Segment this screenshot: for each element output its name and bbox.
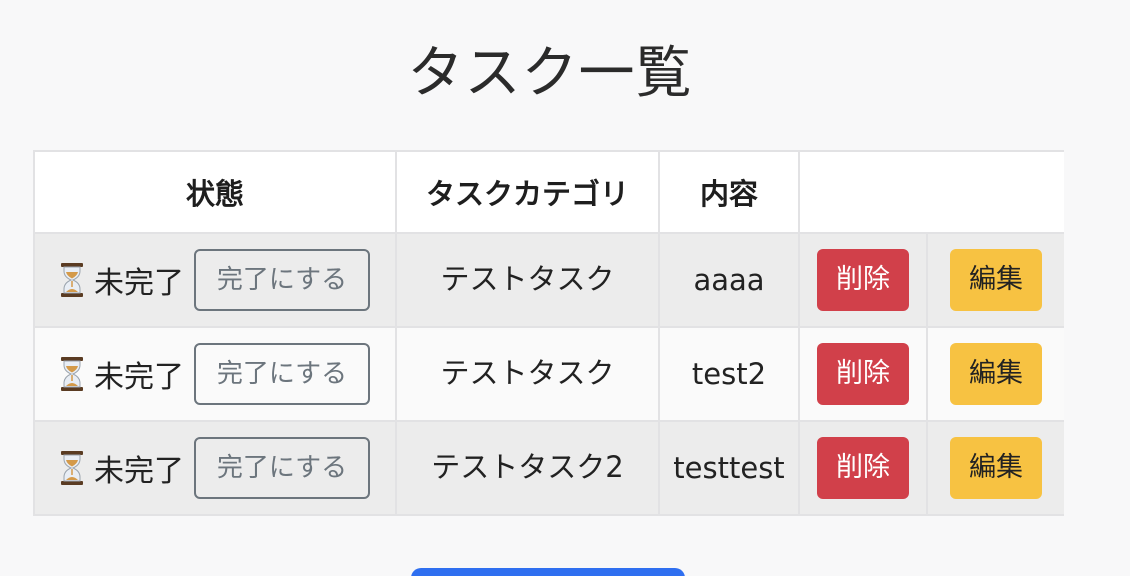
edit-cell: 編集 <box>926 420 1064 516</box>
category-cell: テストタスク2 <box>395 420 660 516</box>
edit-button[interactable]: 編集 <box>950 437 1042 499</box>
status-text: 未完了 <box>94 360 184 395</box>
mark-complete-button[interactable]: 完了にする <box>194 343 370 405</box>
delete-cell: 削除 <box>798 232 928 328</box>
delete-cell: 削除 <box>798 326 928 422</box>
content-text: testtest <box>673 451 785 485</box>
content-text: test2 <box>691 357 767 391</box>
status-text: 未完了 <box>94 266 184 301</box>
content-cell: testtest <box>658 420 800 516</box>
table-row: 未完了 完了にする テストタスク aaaa 削除 編集 <box>33 232 1064 328</box>
mark-complete-button[interactable]: 完了にする <box>194 437 370 499</box>
table-row: 未完了 完了にする テストタスク2 testtest 削除 編集 <box>33 420 1064 516</box>
delete-cell: 削除 <box>798 420 928 516</box>
header-content: 内容 <box>658 150 800 234</box>
table-header-row: 状態 タスクカテゴリ 内容 <box>33 150 1064 234</box>
delete-button[interactable]: 削除 <box>817 249 909 311</box>
page-title: タスク一覧 <box>407 41 693 106</box>
edit-button[interactable]: 編集 <box>950 343 1042 405</box>
content-cell: aaaa <box>658 232 800 328</box>
edit-cell: 編集 <box>926 326 1064 422</box>
hourglass-icon <box>60 357 84 391</box>
edit-button[interactable]: 編集 <box>950 249 1042 311</box>
mark-complete-button[interactable]: 完了にする <box>194 249 370 311</box>
category-text: テストタスク <box>440 262 615 296</box>
category-text: テストタスク <box>440 356 615 390</box>
table-row: 未完了 完了にする テストタスク test2 削除 編集 <box>33 326 1064 422</box>
task-list-page: タスク一覧 状態 タスクカテゴリ 内容 未完了 完了にする テストタスク aaa… <box>0 0 1130 576</box>
header-status: 状態 <box>33 150 397 234</box>
hourglass-icon <box>60 451 84 485</box>
content-text: aaaa <box>693 263 765 297</box>
category-text: テストタスク2 <box>431 450 624 484</box>
status-cell: 未完了 完了にする <box>33 420 397 516</box>
content-cell: test2 <box>658 326 800 422</box>
delete-button[interactable]: 削除 <box>817 437 909 499</box>
header-category: タスクカテゴリ <box>395 150 660 234</box>
status-text: 未完了 <box>94 454 184 489</box>
header-actions <box>798 150 1064 234</box>
status-cell: 未完了 完了にする <box>33 326 397 422</box>
category-cell: テストタスク <box>395 232 660 328</box>
hourglass-icon <box>60 263 84 297</box>
edit-cell: 編集 <box>926 232 1064 328</box>
category-cell: テストタスク <box>395 326 660 422</box>
task-table: 状態 タスクカテゴリ 内容 未完了 完了にする テストタスク aaaa 削除 編… <box>33 150 1064 516</box>
delete-button[interactable]: 削除 <box>817 343 909 405</box>
primary-action-button[interactable] <box>411 568 685 576</box>
status-cell: 未完了 完了にする <box>33 232 397 328</box>
